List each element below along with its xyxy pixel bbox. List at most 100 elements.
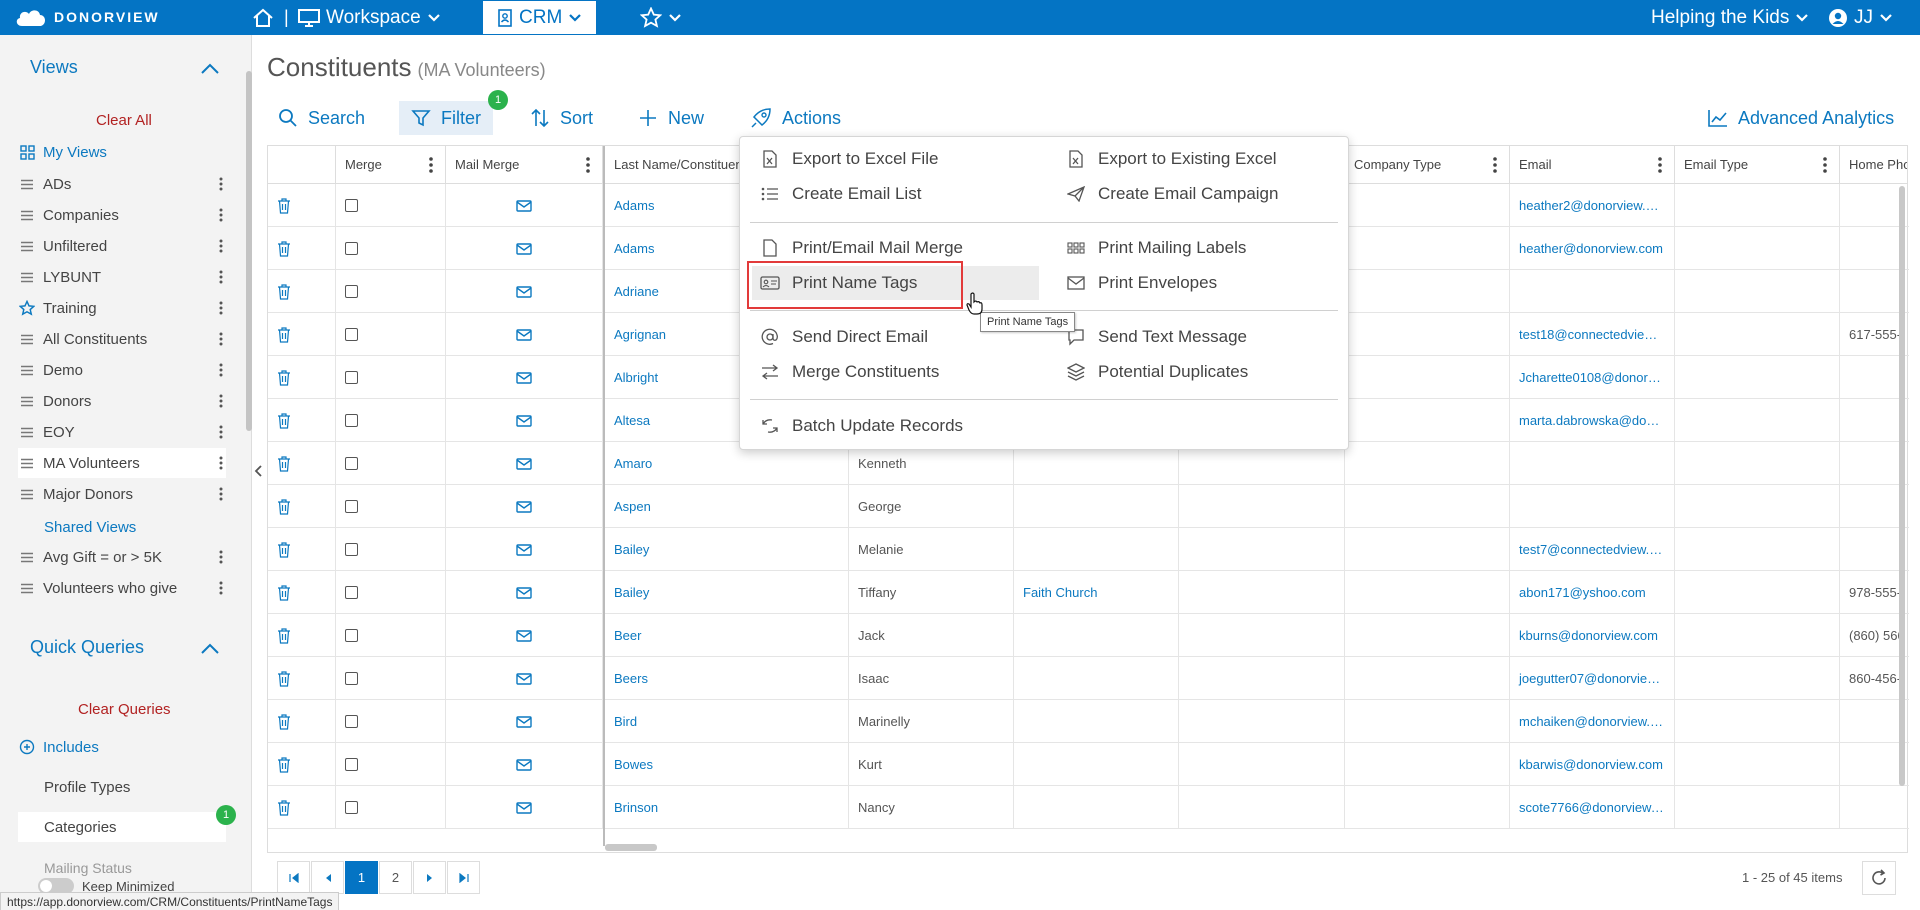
table-row[interactable]: Bailey Melanie test7@connectedview.com xyxy=(268,528,1909,571)
trash-icon[interactable] xyxy=(277,713,291,730)
filter-button[interactable]: Filter xyxy=(399,101,493,135)
last-name-cell[interactable]: Aspen xyxy=(605,485,849,528)
create-email-list-item[interactable]: Create Email List xyxy=(760,177,921,211)
delete-cell[interactable] xyxy=(268,657,336,700)
email-cell[interactable]: joegutter07@donorview.com xyxy=(1510,657,1675,700)
sidebar-view-companies[interactable]: Companies xyxy=(18,200,226,230)
merge-checkbox[interactable] xyxy=(345,457,358,470)
email-cell[interactable] xyxy=(1510,485,1675,528)
mail-icon[interactable] xyxy=(516,285,532,298)
views-heading[interactable]: Views xyxy=(30,57,78,78)
mail-icon[interactable] xyxy=(516,500,532,513)
company-cell[interactable] xyxy=(1014,743,1179,786)
send-text-message-item[interactable]: Send Text Message xyxy=(1066,320,1247,354)
company-cell[interactable] xyxy=(1014,786,1179,829)
kebab-menu-icon[interactable] xyxy=(216,208,226,222)
merge-checkbox[interactable] xyxy=(345,500,358,513)
print-email-mail-merge-item[interactable]: Print/Email Mail Merge xyxy=(760,231,963,265)
kebab-menu-icon[interactable] xyxy=(216,425,226,439)
mail-icon[interactable] xyxy=(516,328,532,341)
email-cell[interactable]: kbarwis@donorview.com xyxy=(1510,743,1675,786)
user-menu[interactable]: JJ xyxy=(1828,0,1893,35)
delete-cell[interactable] xyxy=(268,313,336,356)
trash-icon[interactable] xyxy=(277,584,291,601)
company-cell[interactable]: Faith Church xyxy=(1014,571,1179,614)
mail-icon[interactable] xyxy=(516,414,532,427)
company-cell[interactable] xyxy=(1014,614,1179,657)
my-views-link[interactable]: My Views xyxy=(18,137,226,167)
kebab-menu-icon[interactable] xyxy=(216,363,226,377)
trash-icon[interactable] xyxy=(277,283,291,300)
delete-cell[interactable] xyxy=(268,571,336,614)
delete-cell[interactable] xyxy=(268,786,336,829)
delete-cell[interactable] xyxy=(268,700,336,743)
email-cell[interactable] xyxy=(1510,442,1675,485)
email-cell[interactable]: heather2@donorview.com xyxy=(1510,184,1675,227)
merge-checkbox[interactable] xyxy=(345,629,358,642)
trash-icon[interactable] xyxy=(277,369,291,386)
trash-icon[interactable] xyxy=(277,455,291,472)
kebab-menu-icon[interactable] xyxy=(216,581,226,595)
delete-cell[interactable] xyxy=(268,270,336,313)
merge-checkbox[interactable] xyxy=(345,543,358,556)
trash-icon[interactable] xyxy=(277,627,291,644)
mail-icon[interactable] xyxy=(516,586,532,599)
sidebar-view-unfiltered[interactable]: Unfiltered xyxy=(18,231,226,261)
mail-icon[interactable] xyxy=(516,715,532,728)
table-row[interactable]: Bowes Kurt kbarwis@donorview.com xyxy=(268,743,1909,786)
kebab-menu-icon[interactable] xyxy=(586,157,590,173)
merge-checkbox[interactable] xyxy=(345,672,358,685)
horizontal-scrollbar[interactable] xyxy=(605,844,657,851)
sidebar-view-donors[interactable]: Donors xyxy=(18,386,226,416)
sidebar-view-ads[interactable]: ADs xyxy=(18,169,226,199)
sort-button[interactable]: Sort xyxy=(530,101,593,135)
delete-cell[interactable] xyxy=(268,743,336,786)
trash-icon[interactable] xyxy=(277,799,291,816)
merge-checkbox[interactable] xyxy=(345,801,358,814)
export-to-excel-item[interactable]: Export to Excel File xyxy=(760,142,938,176)
column-header-email-type[interactable]: Email Type xyxy=(1675,146,1840,184)
merge-checkbox[interactable] xyxy=(345,371,358,384)
kebab-menu-icon[interactable] xyxy=(1493,157,1497,173)
profile-types-query[interactable]: Profile Types xyxy=(18,772,226,802)
kebab-menu-icon[interactable] xyxy=(216,177,226,191)
trash-icon[interactable] xyxy=(277,670,291,687)
merge-constituents-item[interactable]: Merge Constituents xyxy=(760,355,939,389)
email-cell[interactable]: mchaiken@donorview.com xyxy=(1510,700,1675,743)
trash-icon[interactable] xyxy=(277,498,291,515)
delete-cell[interactable] xyxy=(268,442,336,485)
table-row[interactable]: Bird Marinelly mchaiken@donorview.com xyxy=(268,700,1909,743)
delete-cell[interactable] xyxy=(268,227,336,270)
tab-crm[interactable]: CRM xyxy=(483,1,597,34)
delete-cell[interactable] xyxy=(268,399,336,442)
column-header-merge[interactable]: Merge xyxy=(336,146,446,184)
trash-icon[interactable] xyxy=(277,240,291,257)
workspace-menu[interactable]: Workspace xyxy=(298,0,441,35)
kebab-menu-icon[interactable] xyxy=(216,394,226,408)
collapse-sidebar-icon[interactable] xyxy=(254,464,264,478)
merge-checkbox[interactable] xyxy=(345,586,358,599)
last-name-cell[interactable]: Bailey xyxy=(605,571,849,614)
refresh-button[interactable] xyxy=(1862,861,1896,895)
last-page-button[interactable] xyxy=(447,861,480,894)
potential-duplicates-item[interactable]: Potential Duplicates xyxy=(1066,355,1248,389)
chevron-up-icon[interactable] xyxy=(200,63,220,75)
send-direct-email-item[interactable]: Send Direct Email xyxy=(760,320,928,354)
chevron-up-icon[interactable] xyxy=(200,643,220,655)
email-cell[interactable]: Jcharette0108@donorview.com xyxy=(1510,356,1675,399)
column-header-company-type[interactable]: Company Type xyxy=(1345,146,1510,184)
column-header-home-phone[interactable]: Home Phone xyxy=(1840,146,1907,184)
sidebar-view-ma-volunteers[interactable]: MA Volunteers xyxy=(18,448,226,478)
organization-menu[interactable]: Helping the Kids xyxy=(1651,0,1809,35)
advanced-analytics-button[interactable]: Advanced Analytics xyxy=(1708,101,1894,135)
company-cell[interactable] xyxy=(1014,528,1179,571)
table-row[interactable]: Brinson Nancy scote7766@donorview.com xyxy=(268,786,1909,829)
clear-all-link[interactable]: Clear All xyxy=(96,112,152,129)
actions-button[interactable]: Actions xyxy=(750,101,841,135)
sidebar-view-eoy[interactable]: EOY xyxy=(18,417,226,447)
batch-update-records-item[interactable]: Batch Update Records xyxy=(760,409,963,443)
includes-query[interactable]: Includes xyxy=(18,732,226,762)
vertical-scrollbar[interactable] xyxy=(1899,186,1905,786)
categories-query[interactable]: Categories xyxy=(18,812,226,842)
email-cell[interactable]: abon171@yshoo.com xyxy=(1510,571,1675,614)
